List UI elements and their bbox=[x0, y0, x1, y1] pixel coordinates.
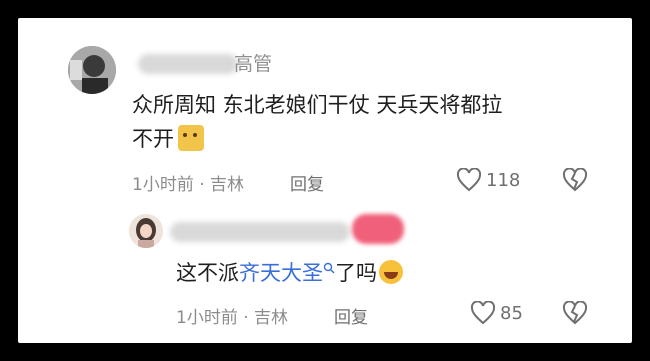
heart-outline-icon bbox=[470, 301, 496, 325]
avatar[interactable] bbox=[129, 214, 163, 248]
comment-line: 众所周知 东北老娘们干仗 天兵天将都拉 bbox=[132, 93, 503, 117]
timestamp: 1小时前 bbox=[132, 175, 194, 195]
comment-meta: 1小时前 · 吉林 bbox=[132, 175, 245, 195]
location: 吉林 bbox=[210, 175, 245, 195]
username-redacted bbox=[352, 214, 404, 244]
reply-button[interactable]: 回复 bbox=[290, 170, 324, 195]
reply-button[interactable]: 回复 bbox=[334, 303, 368, 328]
comment-panel: 高管 众所周知 东北老娘们干仗 天兵天将都拉 不开 1小时前 · 吉林 回复 1… bbox=[18, 18, 632, 343]
laughing-emoji-icon bbox=[379, 260, 403, 284]
like-count: 85 bbox=[500, 302, 523, 324]
cat-emoji-icon bbox=[178, 125, 204, 151]
avatar-image bbox=[68, 46, 116, 94]
username-redacted bbox=[138, 54, 238, 74]
like-count: 118 bbox=[486, 169, 521, 191]
comment-line: 不开 bbox=[132, 122, 612, 156]
avatar[interactable] bbox=[68, 46, 116, 94]
location: 吉林 bbox=[254, 308, 289, 328]
username-text: 高管 bbox=[234, 53, 273, 75]
heart-outline-icon bbox=[456, 168, 482, 192]
comment-meta: 1小时前 · 吉林 bbox=[176, 308, 289, 328]
like-button[interactable]: 118 bbox=[456, 168, 520, 192]
broken-heart-icon bbox=[562, 167, 588, 192]
like-button[interactable]: 85 bbox=[470, 301, 523, 325]
dislike-button[interactable] bbox=[562, 300, 588, 329]
dislike-button[interactable] bbox=[562, 167, 588, 196]
username[interactable]: 高管 bbox=[234, 49, 272, 76]
username-redacted bbox=[170, 222, 350, 242]
avatar-image bbox=[129, 214, 163, 248]
comment-text: 众所周知 东北老娘们干仗 天兵天将都拉 不开 bbox=[132, 88, 612, 156]
timestamp: 1小时前 bbox=[176, 308, 238, 328]
comment-text: 这不派齐天大圣 了吗 bbox=[176, 256, 403, 290]
broken-heart-icon bbox=[562, 300, 588, 325]
search-link[interactable]: 齐天大圣 bbox=[239, 261, 335, 285]
search-icon bbox=[323, 262, 335, 274]
